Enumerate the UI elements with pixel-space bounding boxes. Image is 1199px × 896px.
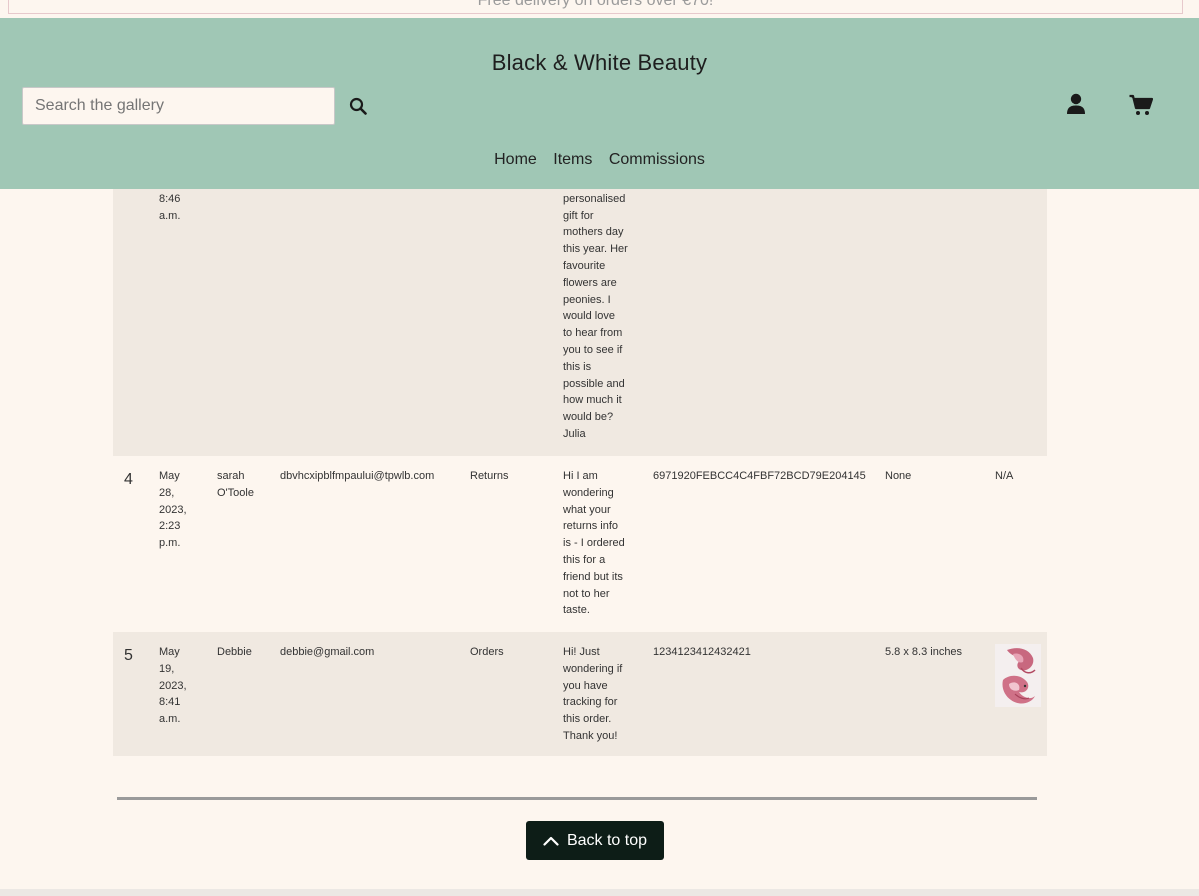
- cell-subject: Orders: [470, 646, 504, 658]
- cell-name: Debbie: [217, 646, 252, 658]
- cell-size: 5.8 x 8.3 inches: [885, 646, 963, 658]
- search-icon: [349, 97, 367, 115]
- cell-order-number: 1234123412432421: [653, 646, 751, 658]
- cell-id: 4: [124, 471, 133, 488]
- site-header: Black & White Beauty Home Items Commissi…: [0, 18, 1199, 189]
- search-input[interactable]: [22, 87, 335, 125]
- cell-email: dbvhcxipblfmpaului@tpwlb.com: [280, 470, 435, 482]
- cell-date: May 19, 2023, 8:41 a.m.: [159, 646, 187, 726]
- cell-email: debbie@gmail.com: [280, 646, 375, 658]
- fish-artwork-thumbnail[interactable]: [995, 644, 1041, 707]
- nav-home[interactable]: Home: [494, 151, 537, 168]
- cell-order-number: 6971920FEBCC4C4FBF72BCD79E204145: [653, 470, 866, 482]
- user-icon: [1067, 93, 1085, 114]
- table-row: 5 May 19, 2023, 8:41 a.m. Debbie debbie@…: [113, 632, 1047, 756]
- back-to-top-button[interactable]: Back to top: [526, 821, 664, 860]
- back-to-top-label: Back to top: [566, 831, 648, 849]
- cell-message: Hi I am wondering what your returns info…: [563, 470, 625, 617]
- nav-commissions[interactable]: Commissions: [609, 151, 705, 168]
- cell-image[interactable]: [995, 644, 1041, 707]
- cell-date: May 28, 2023, 2:23 p.m.: [159, 470, 187, 550]
- cell-subject: Returns: [470, 470, 509, 482]
- shopping-cart-icon: [1129, 94, 1154, 115]
- chevron-up-icon: [543, 836, 559, 846]
- divider: [117, 797, 1037, 800]
- cell-message: Hi! Just wondering if you have tracking …: [563, 646, 623, 742]
- cell-id: 5: [124, 647, 133, 664]
- main-nav: Home Items Commissions: [0, 151, 1199, 169]
- footer: [0, 889, 1199, 896]
- cell-size: None: [885, 470, 912, 482]
- cart-button[interactable]: [1129, 94, 1154, 116]
- cell-image: N/A: [995, 470, 1014, 482]
- messages-table: May 8:46 a.m. my personalised gift for m…: [113, 110, 1047, 756]
- brand-title[interactable]: Black & White Beauty: [0, 50, 1199, 76]
- cell-message: my personalised gift for mothers day thi…: [563, 176, 628, 440]
- nav-items[interactable]: Items: [553, 151, 592, 168]
- table-row: 4 May 28, 2023, 2:23 p.m. sarah O'Toole …: [113, 456, 1047, 632]
- cell-name: sarah O'Toole: [217, 470, 254, 499]
- promo-banner: Free delivery on orders over €70!: [8, 0, 1183, 14]
- search-button[interactable]: [345, 94, 371, 118]
- account-button[interactable]: [1066, 93, 1088, 117]
